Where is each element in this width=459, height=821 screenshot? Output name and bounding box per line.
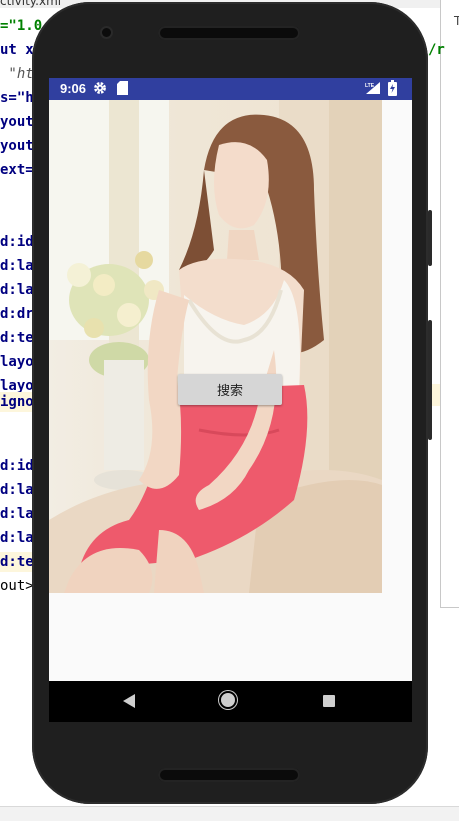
home-icon[interactable] <box>221 693 235 707</box>
navigation-bar <box>49 681 412 722</box>
code-line: d:la <box>0 530 34 546</box>
back-icon[interactable] <box>123 694 135 708</box>
settings-gear-icon <box>94 82 106 94</box>
ide-tab-title[interactable]: ctivity.xml <box>0 0 61 8</box>
code-line: d:te <box>0 330 34 346</box>
status-time: 9:06 <box>60 81 87 96</box>
code-line: ext= <box>0 162 34 178</box>
code-line: s="h <box>0 90 34 106</box>
panel-divider <box>440 607 459 608</box>
bottom-speaker <box>158 768 300 782</box>
photo-image-view <box>49 100 382 593</box>
code-line: "ht <box>0 66 34 82</box>
recent-apps-icon[interactable] <box>323 695 335 707</box>
photo-image <box>49 100 382 593</box>
battery-icon <box>388 80 397 96</box>
volume-button[interactable] <box>428 210 432 266</box>
preview-panel[interactable] <box>440 0 459 608</box>
power-button[interactable] <box>428 320 432 440</box>
code-line: out> <box>0 578 34 594</box>
status-bar: 9:06 LTE <box>49 78 412 100</box>
code-line: d:dr <box>0 306 34 322</box>
emulator-device: 9:06 LTE 搜索 <box>32 2 432 804</box>
code-line: ="1.0 <box>0 18 43 34</box>
preview-panel-label: T <box>454 14 459 28</box>
code-line: d:la <box>0 258 34 274</box>
code-fragment: /r <box>428 42 445 58</box>
code-line: d:id <box>0 458 34 474</box>
ide-status-bar <box>0 806 459 821</box>
code-line: d:la <box>0 482 34 498</box>
front-camera <box>102 28 111 37</box>
sd-card-icon <box>117 81 128 95</box>
code-line: d:la <box>0 282 34 298</box>
code-line: yout <box>0 138 34 154</box>
code-line: d:id <box>0 234 34 250</box>
code-line: yout <box>0 114 34 130</box>
network-type-label: LTE <box>365 83 375 89</box>
search-button[interactable]: 搜索 <box>178 374 282 405</box>
code-line: layo <box>0 354 34 370</box>
lte-signal-icon: LTE <box>365 82 380 94</box>
device-screen: 9:06 LTE 搜索 <box>49 78 412 722</box>
code-line: d:la <box>0 506 34 522</box>
top-speaker <box>158 26 300 40</box>
